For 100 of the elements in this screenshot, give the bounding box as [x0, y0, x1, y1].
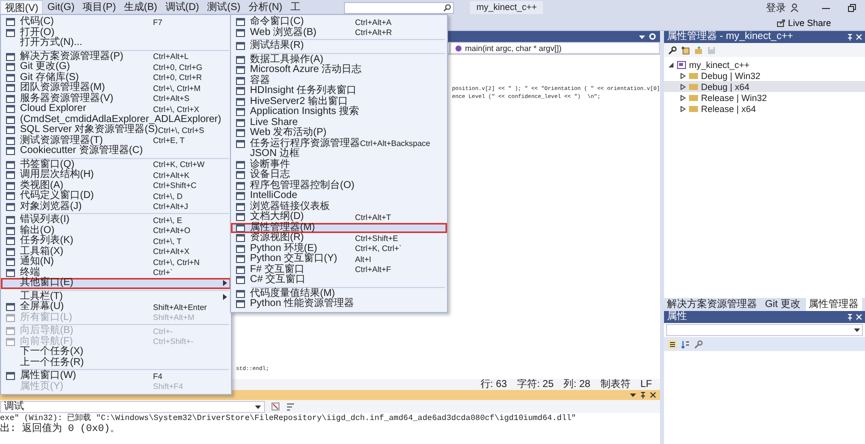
menu-item[interactable]: Python 环境(E) Ctrl+K, Ctrl+` — [231, 244, 447, 254]
function-dropdown[interactable]: main(int argc, char * argv[]) — [450, 42, 660, 54]
menu-item[interactable]: 全屏幕(U) Shift+Alt+Enter — [1, 302, 231, 312]
folder-plus-icon[interactable] — [694, 46, 703, 54]
menu-item[interactable]: C# 交互窗口 — [231, 275, 447, 286]
menu-item[interactable]: 诊断事件 — [231, 160, 447, 170]
live-share-button[interactable]: Live Share — [772, 18, 835, 28]
menu-item[interactable]: 代码度量值结果(M) — [231, 288, 447, 299]
menu-item[interactable]: Web 发布活动(P) — [231, 128, 447, 138]
menu-bar-item[interactable]: 视图(V) — [0, 0, 44, 15]
menu-item[interactable]: IntelliCode — [231, 191, 447, 202]
tree-item[interactable]: Release | x64 — [664, 103, 865, 114]
menu-item[interactable]: 程序包管理器控制台(O) — [231, 180, 447, 191]
menu-item[interactable]: 解决方案资源管理器(P) Ctrl+Alt+L — [1, 52, 231, 62]
menu-item[interactable]: 对象浏览器(J) Ctrl+Alt+J — [1, 202, 231, 212]
menu-item[interactable]: 属性窗口(W) F4 — [1, 371, 231, 382]
panel-tab[interactable]: Git 更改 — [762, 298, 804, 311]
menu-item[interactable]: 工具箱(X) Ctrl+Alt+X — [1, 246, 231, 257]
dropdown-icon[interactable] — [639, 34, 645, 40]
sheet-plus-icon[interactable] — [681, 46, 690, 54]
menu-item[interactable]: Git 更改(G) Ctrl+0, Ctrl+G — [1, 62, 231, 72]
tree-item[interactable]: Debug | Win32 — [664, 70, 865, 81]
menu-item[interactable]: Microsoft Azure 活动日志 — [231, 65, 447, 76]
menu-item[interactable]: 团队资源管理器(M) Ctrl+\, Ctrl+M — [1, 83, 231, 94]
menu-item[interactable]: 任务列表(K) Ctrl+\, T — [1, 236, 231, 246]
menu-item[interactable]: Web 浏览器(B) Ctrl+Alt+R — [231, 28, 447, 38]
sign-in-link[interactable]: 登录 — [766, 0, 786, 14]
menu-bar-item[interactable]: 项目(P) — [78, 0, 120, 15]
menu-item[interactable]: 书签窗口(Q) Ctrl+K, Ctrl+W — [1, 160, 231, 170]
menu-item[interactable]: 其他窗口(E) — [1, 278, 231, 288]
output-source-dropdown[interactable]: 调试 — [0, 400, 265, 412]
menu-item[interactable]: Application Insights 搜索 — [231, 107, 447, 118]
menu-item[interactable]: JSON 边框 — [231, 149, 447, 160]
menu-item[interactable]: Live Share — [231, 118, 447, 128]
menu-item[interactable]: 终端 Ctrl+` — [1, 268, 231, 278]
dropdown-icon[interactable] — [630, 392, 636, 398]
menu-item[interactable]: 通知(N) Ctrl+\, Ctrl+N — [1, 257, 231, 268]
window-icon — [6, 126, 14, 134]
window-icon — [6, 171, 14, 180]
wrap-icon[interactable] — [286, 402, 295, 411]
menu-item[interactable]: Python 性能资源管理器 — [231, 299, 447, 310]
menu-item[interactable]: 资源视图(R) Ctrl+Shift+E — [231, 233, 447, 244]
menu-item[interactable]: 浏览器链接仪表板 — [231, 202, 447, 212]
menu-bar-item[interactable]: 分析(N) — [244, 0, 286, 15]
menu-item[interactable]: HDInsight 任务列表窗口 — [231, 86, 447, 96]
menu-item[interactable]: 调用层次结构(H) Ctrl+Alt+K — [1, 170, 231, 180]
menu-item[interactable]: 代码(C) F7 — [1, 17, 231, 28]
close-icon[interactable] — [650, 392, 656, 398]
menu-item[interactable]: Python 交互窗口(Y) Alt+I — [231, 254, 447, 264]
vertical-scrollbar[interactable] — [660, 55, 661, 379]
menu-item[interactable]: 数据工具操作(A) — [231, 54, 447, 65]
menu-item[interactable]: 代码定义窗口(D) Ctrl+\, D — [1, 191, 231, 202]
menu-item[interactable]: (CmdSet_cmdidAdlaExplorer_ADLAExplorer) — [1, 114, 231, 125]
expanded-arrow-icon — [668, 62, 674, 68]
menu-bar-item[interactable]: 调试(D) — [161, 0, 204, 15]
pin-icon[interactable] — [640, 392, 646, 398]
menu-item[interactable]: 类视图(A) Ctrl+Shift+C — [1, 180, 231, 191]
search-field[interactable] — [344, 2, 454, 14]
window-icon — [236, 202, 244, 211]
menu-item[interactable]: F# 交互窗口 Ctrl+Alt+F — [231, 264, 447, 275]
menu-item[interactable]: HiveServer2 输出窗口 — [231, 96, 447, 107]
menu-bar-item[interactable]: 测试(S) — [203, 0, 244, 15]
menu-item[interactable]: 容器 — [231, 76, 447, 86]
menu-item[interactable]: 输出(O) Ctrl+Alt+O — [1, 226, 231, 236]
menu-bar-item[interactable]: Git(G) — [43, 0, 79, 15]
menu-item[interactable]: 任务运行程序资源管理器Ctrl+Alt+Backspace — [231, 138, 447, 149]
panel-tab[interactable]: 解决方案资源管理器 — [664, 298, 760, 311]
tree-item[interactable]: my_kinect_c++ — [664, 59, 865, 70]
menu-bar-item[interactable]: 工 — [286, 0, 304, 15]
window-icon — [236, 76, 244, 85]
menu-item[interactable]: Cookiecutter 资源管理器(C) — [1, 146, 231, 156]
menu-item[interactable]: 下一个任务(X) — [1, 347, 231, 358]
window-icon — [6, 372, 14, 380]
menu-item[interactable]: SQL Server 对象资源管理器(S)Ctrl+\, Ctrl+S — [1, 125, 231, 136]
menu-bar-item[interactable]: 生成(B) — [120, 0, 162, 15]
menu-item[interactable]: 上一个任务(R) — [1, 358, 231, 368]
menu-item[interactable]: 命令窗口(C) Ctrl+Alt+A — [231, 17, 447, 28]
menu-item[interactable]: 测试资源管理器(T) Ctrl+E, T — [1, 136, 231, 146]
menu-item[interactable]: 打开方式(N)... — [1, 38, 231, 48]
sort-icon[interactable] — [681, 340, 690, 348]
tree-item[interactable]: Release | Win32 — [664, 92, 865, 103]
menu-item[interactable]: 服务器资源管理器(V) Ctrl+Alt+S — [1, 94, 231, 104]
menu-item[interactable]: 测试结果(R) — [231, 41, 447, 52]
menu-item[interactable]: 设备日志 — [231, 170, 447, 180]
menu-item[interactable]: 属性管理器(M) — [231, 222, 447, 233]
person-icon[interactable] — [790, 3, 799, 12]
menu-item[interactable]: 打开(O) — [1, 28, 231, 38]
window-icon — [6, 258, 14, 266]
menu-item[interactable]: 工具栏(T) — [1, 292, 231, 302]
menu-item[interactable]: 文档大纲(D) Ctrl+Alt+T — [231, 212, 447, 222]
window-icon — [236, 182, 244, 190]
output-line: 出: 返回值为 0 (0x0)。 — [0, 424, 122, 435]
menu-item[interactable]: Git 存储库(S) Ctrl+0, Ctrl+R — [1, 72, 231, 83]
panel-tab[interactable]: 属性管理器 — [806, 298, 862, 311]
menu-item[interactable]: Cloud Explorer Ctrl+\, Ctrl+X — [1, 104, 231, 114]
tree-item[interactable]: Debug | x64 — [664, 81, 865, 92]
list-icon[interactable] — [668, 340, 677, 348]
gear-icon[interactable] — [649, 33, 656, 40]
menu-item[interactable]: 错误列表(I) Ctrl+\, E — [1, 215, 231, 226]
clear-icon[interactable] — [271, 402, 280, 411]
